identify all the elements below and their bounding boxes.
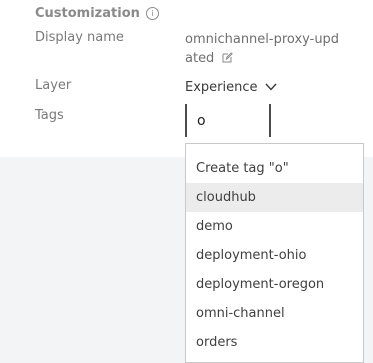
layer-label: Layer [35,78,72,93]
tag-option-demo[interactable]: demo [186,212,363,241]
display-name-text: omnichannel-proxy-updated [185,32,340,66]
display-name-label: Display name [35,30,124,45]
create-tag-option[interactable]: Create tag "o" [186,154,363,183]
tag-option-orders[interactable]: orders [186,328,363,357]
edit-icon[interactable] [222,50,234,69]
layer-value: Experience [185,80,258,95]
tags-label: Tags [35,108,64,123]
section-title-label: Customization [35,6,140,21]
layer-select[interactable]: Experience [185,80,277,95]
info-icon[interactable]: i [145,7,159,20]
tags-input[interactable] [185,104,271,137]
section-title: Customization i [35,6,159,21]
chevron-down-icon [264,80,277,95]
tags-dropdown: Create tag "o" cloudhub demo deployment-… [185,143,364,363]
tag-option-omni-channel[interactable]: omni-channel [186,299,363,328]
tag-option-deployment-ohio[interactable]: deployment-ohio [186,241,363,270]
display-name-value: omnichannel-proxy-updated [185,30,345,69]
tag-option-deployment-oregon[interactable]: deployment-oregon [186,270,363,299]
tag-option-cloudhub[interactable]: cloudhub [186,183,363,212]
